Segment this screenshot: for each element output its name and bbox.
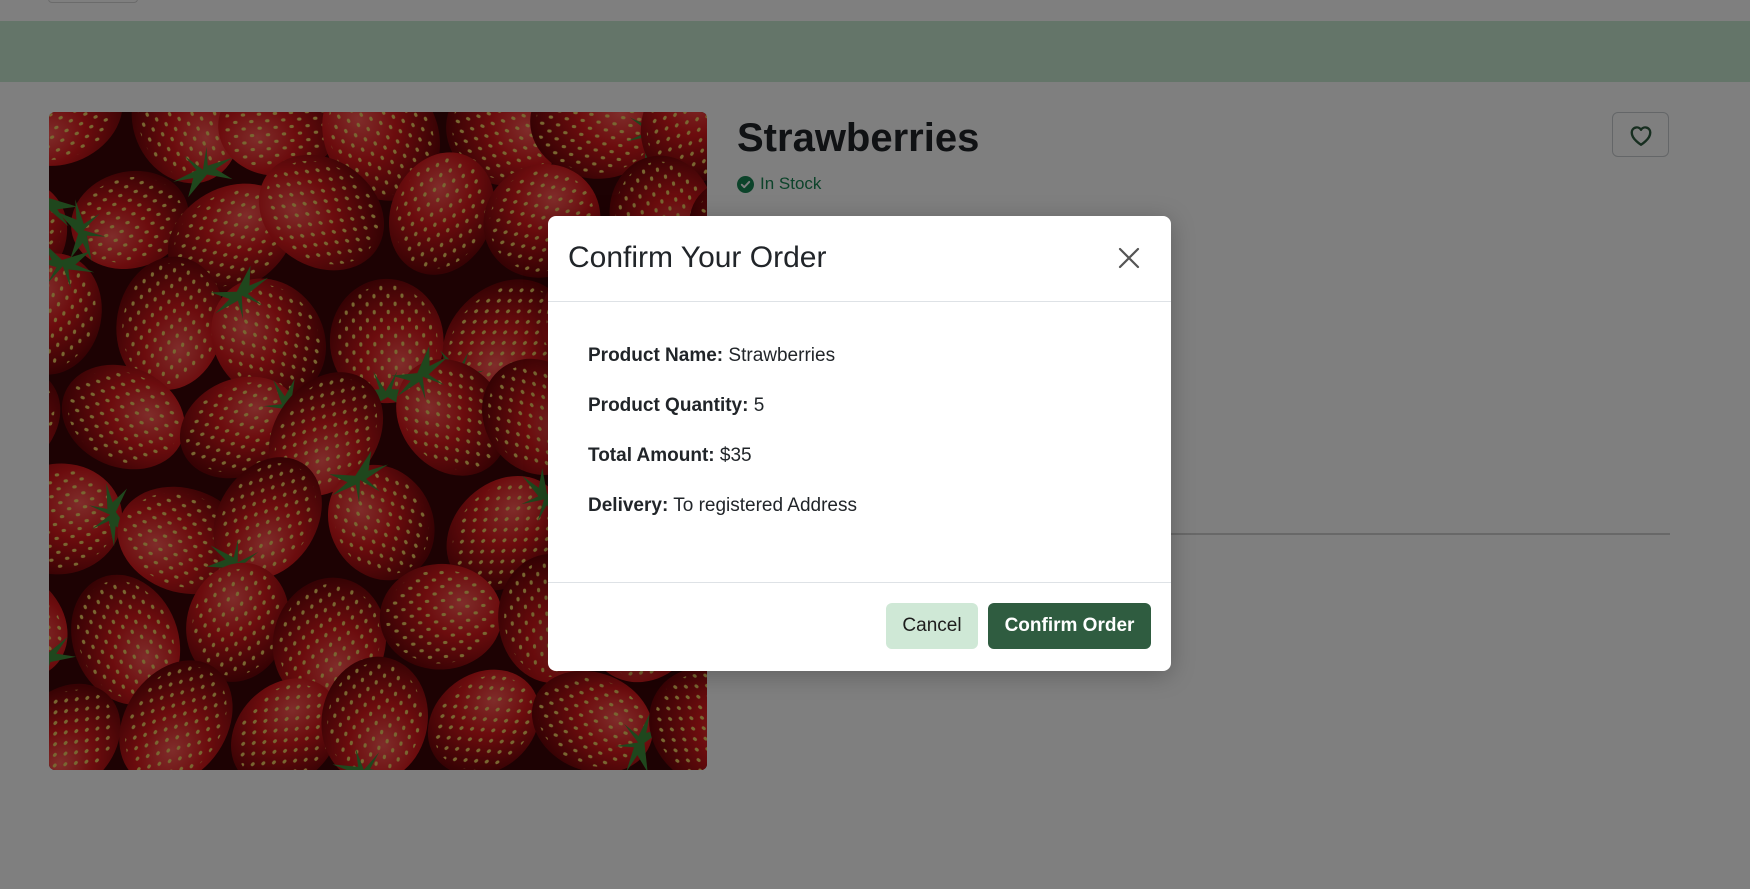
confirm-order-button[interactable]: Confirm Order xyxy=(988,603,1151,649)
detail-label: Product Quantity: xyxy=(588,395,749,416)
modal-footer: Cancel Confirm Order xyxy=(548,582,1171,671)
modal-title: Confirm Your Order xyxy=(568,241,827,274)
modal-header: Confirm Your Order xyxy=(548,216,1171,302)
detail-value: Strawberries xyxy=(728,345,836,366)
confirm-order-modal: Confirm Your Order Product Name: Strawbe… xyxy=(548,216,1171,671)
detail-value: $35 xyxy=(719,445,752,466)
close-button[interactable] xyxy=(1114,243,1144,273)
detail-label: Delivery: xyxy=(588,495,669,516)
detail-product-name: Product Name: Strawberries xyxy=(588,344,1148,368)
detail-label: Product Name: xyxy=(588,345,724,366)
close-icon xyxy=(1117,246,1141,270)
modal-body: Product Name: Strawberries Product Quant… xyxy=(588,344,1148,544)
detail-delivery: Delivery: To registered Address xyxy=(588,494,1148,518)
detail-product-quantity: Product Quantity: 5 xyxy=(588,394,1148,418)
detail-value: To registered Address xyxy=(673,495,857,516)
detail-total-amount: Total Amount: $35 xyxy=(588,444,1148,468)
cancel-button[interactable]: Cancel xyxy=(886,603,978,649)
detail-label: Total Amount: xyxy=(588,445,715,466)
detail-value: 5 xyxy=(753,395,765,416)
